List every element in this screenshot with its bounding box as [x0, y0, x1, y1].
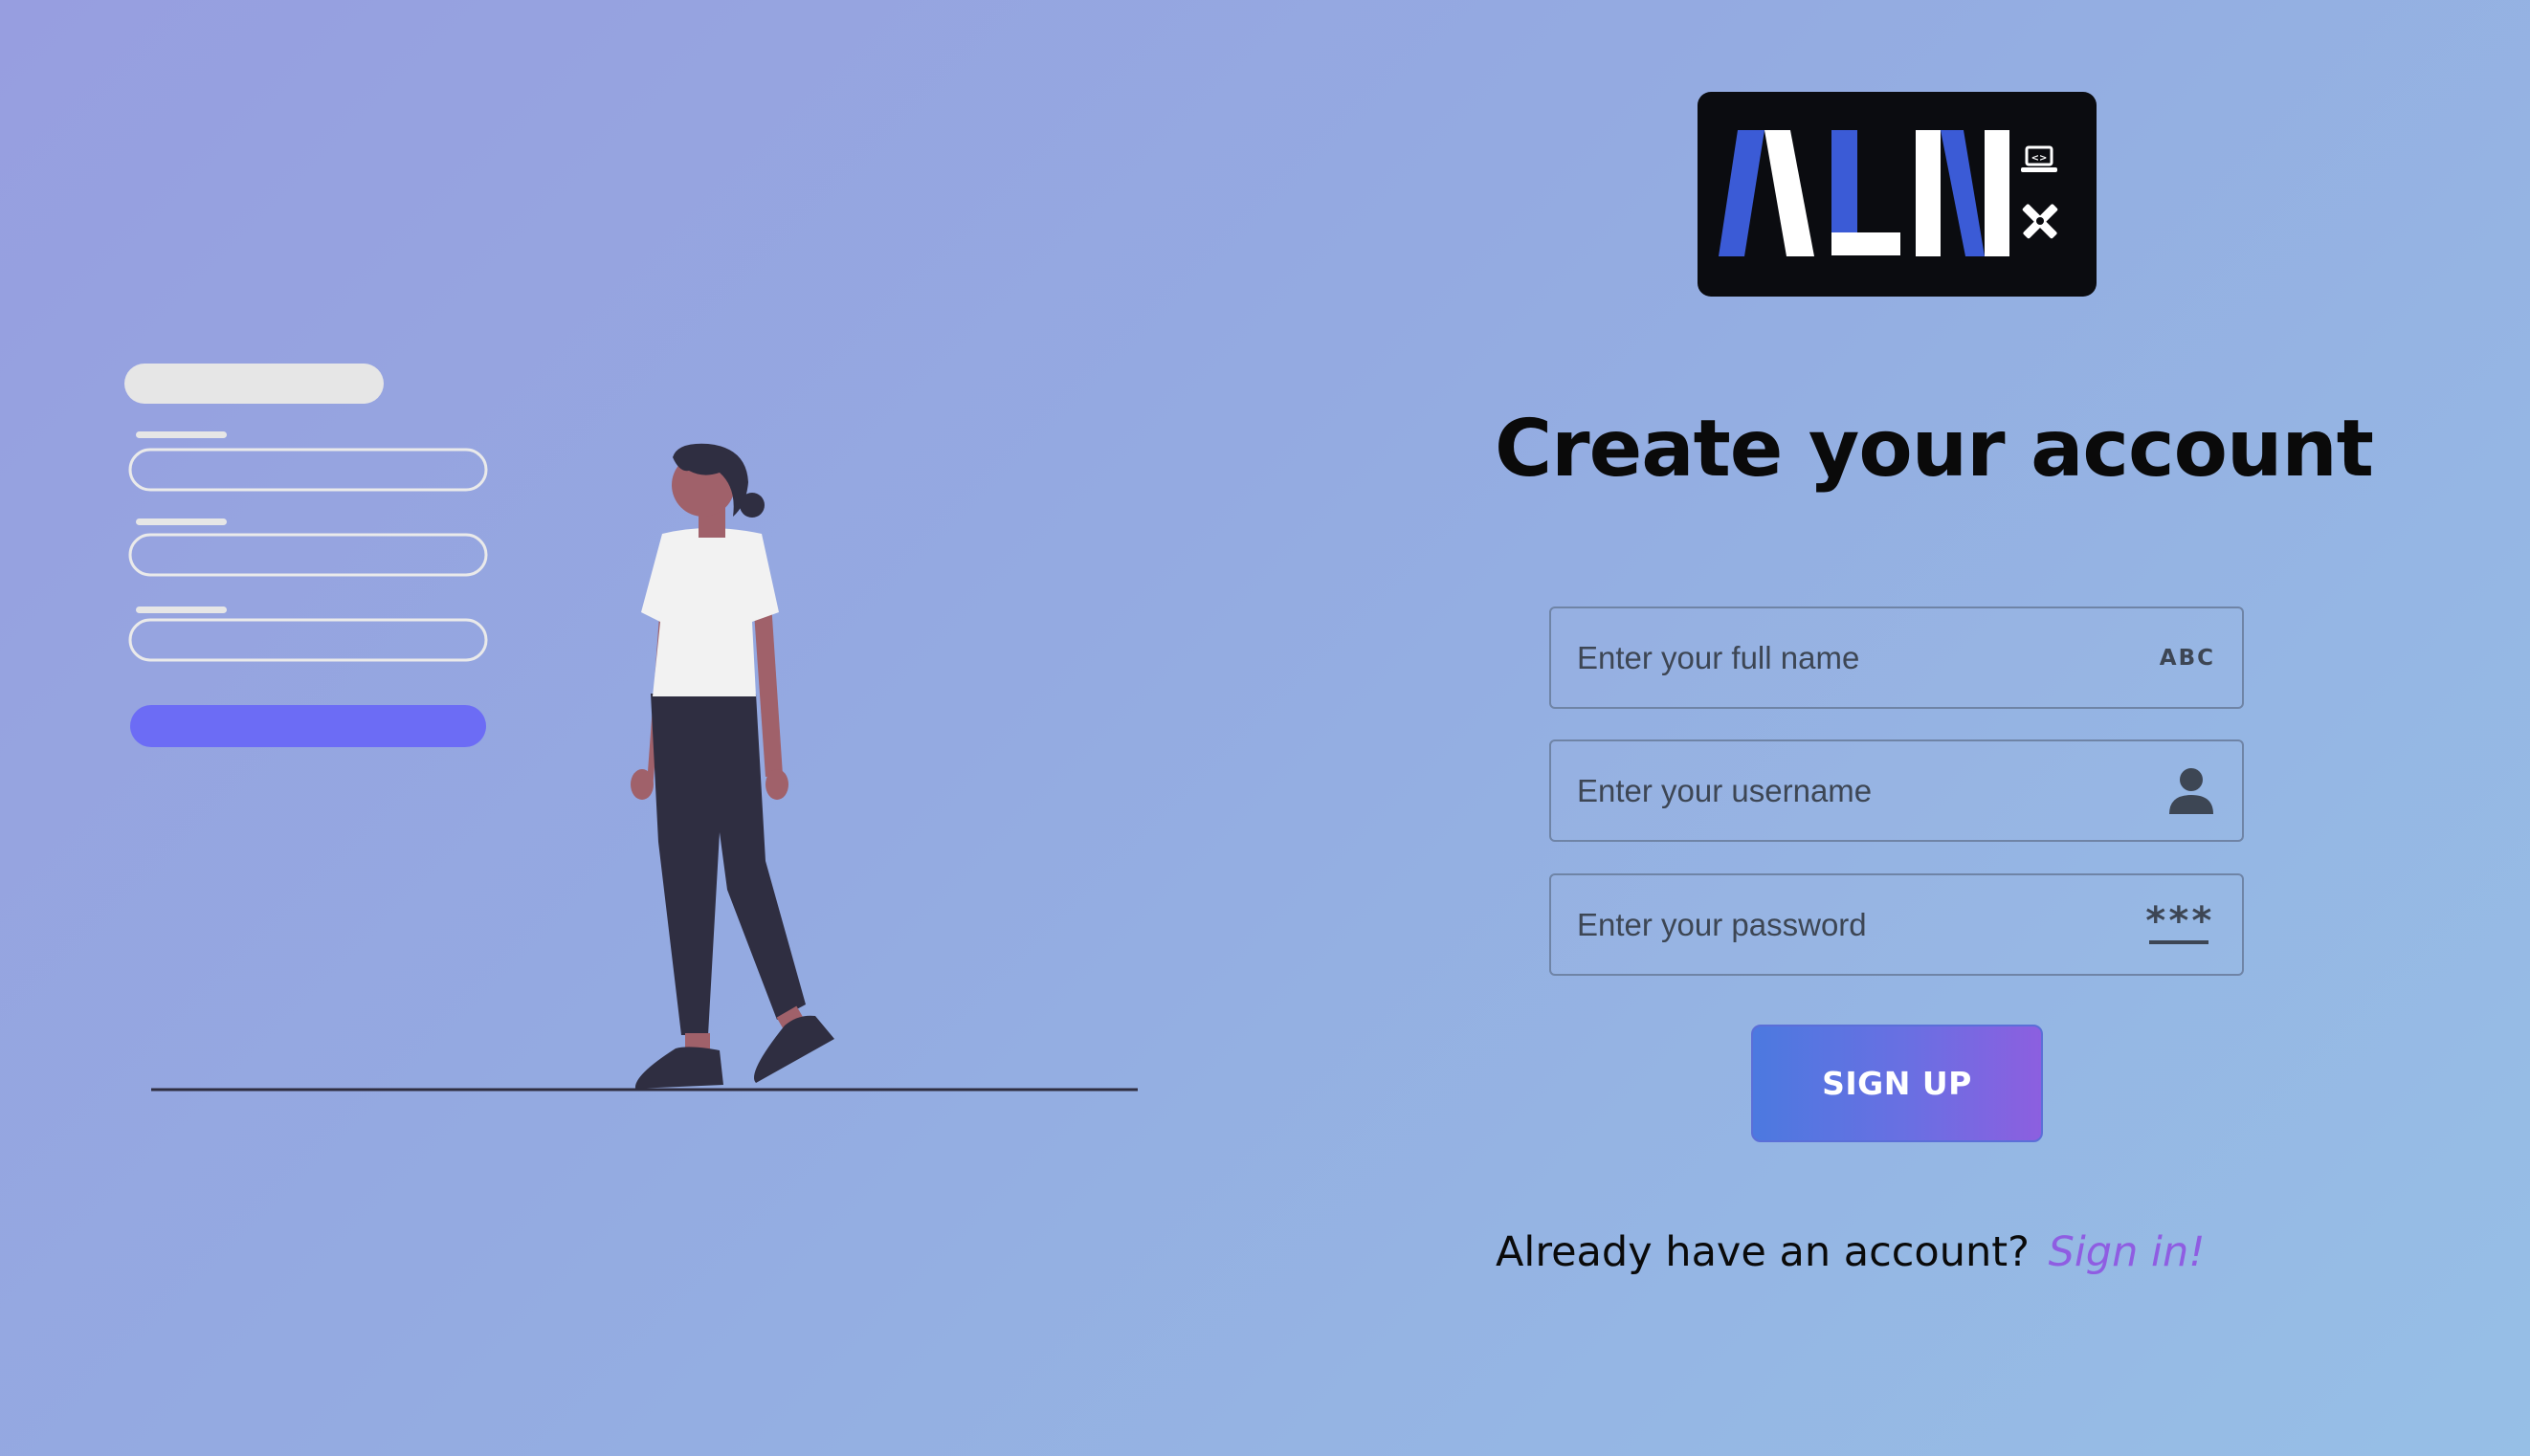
laptop-code-icon: <> [2021, 145, 2057, 172]
svg-text:<>: <> [2031, 153, 2048, 164]
abc-text-icon: ABC [2160, 646, 2215, 671]
username-input[interactable] [1551, 741, 2144, 840]
username-field-container [1549, 739, 2244, 842]
password-input[interactable] [1551, 875, 2144, 974]
password-icon-label: *** [2143, 898, 2213, 943]
sign-in-prompt-text: Already have an account? [1496, 1228, 2030, 1276]
user-icon [2167, 766, 2215, 816]
brand-logo: <> [1698, 92, 2097, 297]
sign-in-link[interactable]: Sign in! [2049, 1228, 2206, 1276]
password-field-container: *** [1549, 873, 2244, 976]
page-title: Create your account [1495, 404, 2374, 495]
abc-icon-label: ABC [2159, 645, 2215, 671]
password-icon-underline [2148, 939, 2208, 944]
signup-illustration [0, 0, 1244, 1456]
full-name-field-container: ABC [1549, 607, 2244, 709]
full-name-input[interactable] [1551, 608, 2144, 707]
walking-person-figure [631, 443, 834, 1089]
password-asterisk-icon: *** [2143, 898, 2213, 944]
signup-page: <> Create your account ABC [0, 0, 2530, 1456]
mock-form-graphic [124, 364, 488, 747]
sign-in-prompt: Already have an account? Sign in! [1496, 1228, 2205, 1276]
sign-up-button[interactable]: SIGN UP [1751, 1025, 2043, 1142]
design-tools-icon [2022, 204, 2058, 239]
